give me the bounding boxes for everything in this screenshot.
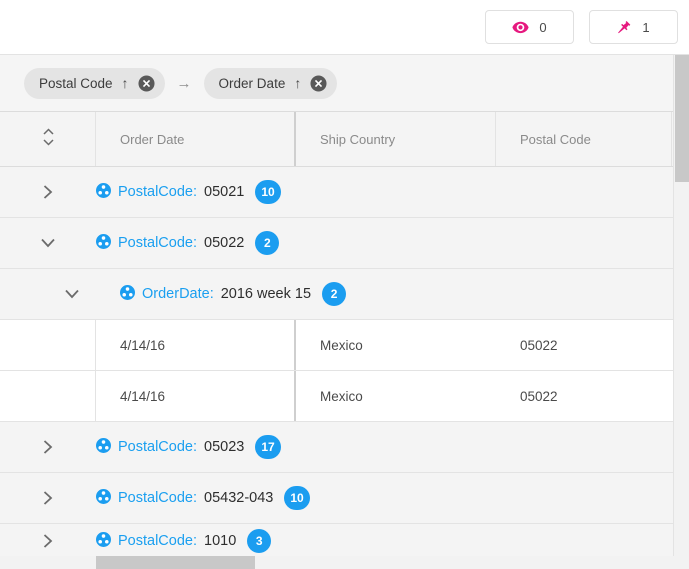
cell-order-date: 4/14/16 [96, 320, 296, 370]
cell-postal-code: 05022 [496, 320, 672, 370]
column-header-postal-code[interactable]: Postal Code [496, 112, 672, 166]
group-count-badge: 3 [247, 529, 272, 553]
sort-chip-postal-code[interactable]: Postal Code ↑ [24, 67, 165, 99]
chevron-up-down-icon[interactable] [42, 125, 55, 154]
group-row[interactable]: PostalCode: 05021 10 [0, 167, 689, 218]
table-row[interactable]: 4/14/16 Mexico 05022 [0, 371, 689, 422]
group-count-badge: 10 [255, 180, 281, 204]
group-count-badge: 10 [284, 486, 310, 510]
column-header-label: Order Date [120, 131, 185, 147]
group-cluster-icon [96, 531, 111, 551]
column-header-order-date[interactable]: Order Date [96, 112, 296, 166]
grid-body: PostalCode: 05021 10 PostalCode: 05022 2… [0, 167, 689, 558]
sort-chip-label: Postal Code [39, 75, 113, 91]
cell-value: Mexico [320, 337, 363, 353]
cell-value: Mexico [320, 388, 363, 404]
group-row[interactable]: PostalCode: 1010 3 [0, 524, 689, 558]
group-label: PostalCode: 1010 3 [96, 529, 272, 553]
expand-toggle-collapsed[interactable] [0, 524, 96, 558]
sort-ascending-arrow-icon[interactable]: ↑ [122, 76, 129, 90]
group-label: OrderDate: 2016 week 15 2 [96, 282, 347, 306]
pinned-columns-count: 1 [642, 19, 650, 35]
group-field-value: 2016 week 15 [220, 286, 312, 302]
expand-toggle-collapsed[interactable] [0, 422, 96, 472]
cell-order-date: 4/14/16 [96, 371, 296, 421]
group-field-name: PostalCode: [118, 439, 197, 455]
group-cluster-icon [120, 284, 135, 304]
vertical-scrollbar-thumb[interactable] [675, 55, 689, 182]
data-grid: Order Date Ship Country Postal Code Post… [0, 112, 689, 569]
group-cluster-icon [96, 437, 111, 457]
group-row-nested[interactable]: OrderDate: 2016 week 15 2 [0, 269, 689, 320]
group-field-value: 05021 [204, 184, 245, 200]
chip-chain-arrow: → [176, 74, 192, 92]
group-cluster-icon [96, 488, 111, 508]
group-field-name: PostalCode: [118, 235, 197, 251]
column-header-row: Order Date Ship Country Postal Code [0, 112, 689, 167]
hidden-columns-count: 0 [539, 19, 547, 35]
expand-toggle-expanded[interactable] [0, 218, 96, 268]
sort-chip-bar: Postal Code ↑ → Order Date ↑ [0, 55, 689, 112]
column-header-expander[interactable] [0, 112, 96, 166]
cell-ship-country: Mexico [296, 371, 496, 421]
cell-value: 4/14/16 [120, 337, 166, 353]
expand-toggle-collapsed[interactable] [0, 473, 96, 523]
group-field-value: 05023 [204, 439, 245, 455]
group-field-value: 1010 [204, 533, 237, 549]
group-cluster-icon [96, 233, 111, 253]
column-header-label: Postal Code [520, 131, 591, 147]
row-expander-cell [0, 320, 96, 370]
group-label: PostalCode: 05021 10 [96, 180, 281, 204]
group-field-value: 05022 [204, 235, 245, 251]
eye-icon [512, 21, 529, 34]
group-row[interactable]: PostalCode: 05432-043 10 [0, 473, 689, 524]
sort-chip-label: Order Date [218, 75, 286, 91]
column-header-label: Ship Country [320, 131, 396, 147]
group-cluster-icon [96, 182, 111, 202]
group-count-badge: 2 [322, 282, 347, 306]
pinned-columns-button[interactable]: 1 [589, 10, 678, 44]
remove-sort-chip-icon[interactable] [138, 74, 155, 92]
cell-value: 4/14/16 [120, 388, 166, 404]
sort-ascending-arrow-icon[interactable]: ↑ [294, 76, 301, 90]
group-row[interactable]: PostalCode: 05022 2 [0, 218, 689, 269]
group-label: PostalCode: 05023 17 [96, 435, 281, 459]
group-row[interactable]: PostalCode: 05023 17 [0, 422, 689, 473]
pin-icon [617, 20, 632, 35]
cell-value: 05022 [520, 388, 558, 404]
top-toolbar: 0 1 [0, 0, 689, 55]
group-label: PostalCode: 05432-043 10 [96, 486, 310, 510]
remove-sort-chip-icon[interactable] [310, 74, 327, 92]
column-header-ship-country[interactable]: Ship Country [296, 112, 496, 166]
group-field-value: 05432-043 [204, 490, 274, 506]
horizontal-scrollbar-thumb[interactable] [96, 556, 255, 569]
group-field-name: PostalCode: [118, 184, 197, 200]
group-label: PostalCode: 05022 2 [96, 231, 280, 255]
group-count-badge: 2 [255, 231, 280, 255]
sort-chip-order-date[interactable]: Order Date ↑ [203, 67, 338, 99]
group-field-name: OrderDate: [142, 286, 214, 302]
group-count-badge: 17 [255, 435, 281, 459]
cell-postal-code: 05022 [496, 371, 672, 421]
hidden-columns-button[interactable]: 0 [485, 10, 574, 44]
group-field-name: PostalCode: [118, 533, 197, 549]
expand-toggle-expanded[interactable] [0, 269, 96, 319]
table-row[interactable]: 4/14/16 Mexico 05022 [0, 320, 689, 371]
group-field-name: PostalCode: [118, 490, 197, 506]
vertical-scrollbar[interactable] [673, 55, 689, 557]
cell-value: 05022 [520, 337, 558, 353]
row-expander-cell [0, 371, 96, 421]
table-view-root: 0 1 Postal Code ↑ → Order Date ↑ Order D… [0, 0, 689, 569]
cell-ship-country: Mexico [296, 320, 496, 370]
horizontal-scrollbar[interactable] [0, 556, 689, 569]
expand-toggle-collapsed[interactable] [0, 167, 96, 217]
